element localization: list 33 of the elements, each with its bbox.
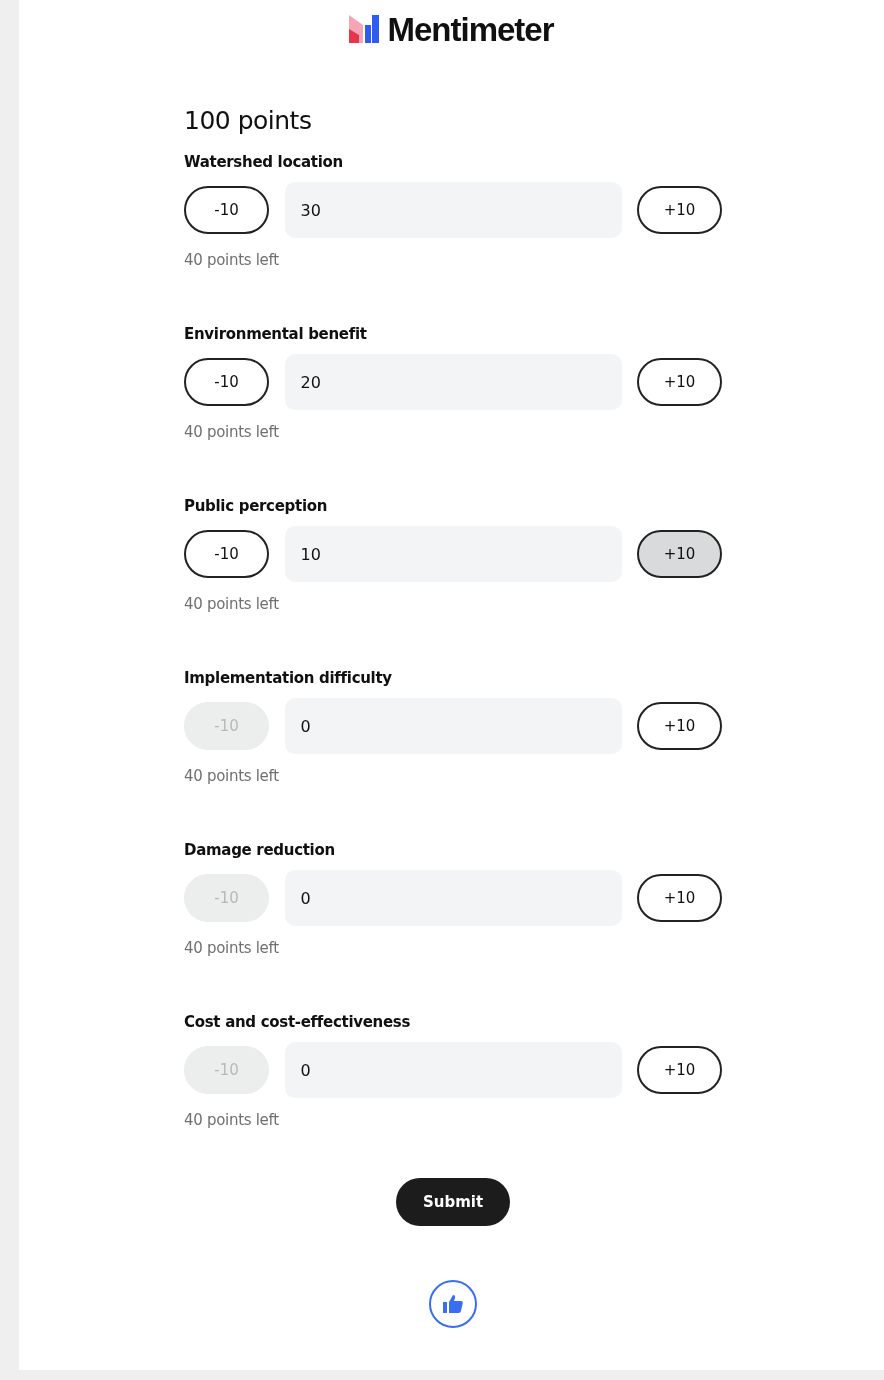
minus-button[interactable]: -10: [184, 358, 269, 406]
item-label: Damage reduction: [184, 840, 336, 860]
submit-button[interactable]: Submit: [396, 1178, 510, 1226]
points-title: 100 points: [184, 106, 313, 136]
plus-button[interactable]: +10: [637, 530, 722, 578]
minus-button[interactable]: -10: [184, 186, 269, 234]
plus-button[interactable]: +10: [637, 702, 722, 750]
points-left-text: 40 points left: [184, 1110, 280, 1130]
points-left-text: 40 points left: [184, 250, 280, 270]
points-field[interactable]: 30: [284, 182, 622, 238]
plus-button[interactable]: +10: [637, 358, 722, 406]
plus-button[interactable]: +10: [637, 1046, 722, 1094]
plus-button[interactable]: +10: [637, 874, 722, 922]
points-field[interactable]: 0: [284, 1042, 622, 1098]
logo-text: Mentimeter: [387, 12, 554, 46]
minus-button[interactable]: -10: [184, 530, 269, 578]
points-field[interactable]: 10: [284, 526, 622, 582]
thumbs-up-icon: [443, 1295, 463, 1313]
item-label: Environmental benefit: [184, 324, 368, 344]
points-field[interactable]: 0: [284, 698, 622, 754]
item-label: Implementation difficulty: [184, 668, 393, 688]
points-left-text: 40 points left: [184, 938, 280, 958]
points-field[interactable]: 0: [284, 870, 622, 926]
like-button[interactable]: [429, 1280, 477, 1328]
points-left-text: 40 points left: [184, 422, 280, 442]
item-label: Cost and cost-effectiveness: [184, 1012, 412, 1032]
item-label: Public perception: [184, 496, 329, 516]
logo-icon: [349, 15, 380, 43]
points-field[interactable]: 20: [284, 354, 622, 410]
points-left-text: 40 points left: [184, 594, 280, 614]
item-label: Watershed location: [184, 152, 344, 172]
plus-button[interactable]: +10: [637, 186, 722, 234]
points-left-text: 40 points left: [184, 766, 280, 786]
